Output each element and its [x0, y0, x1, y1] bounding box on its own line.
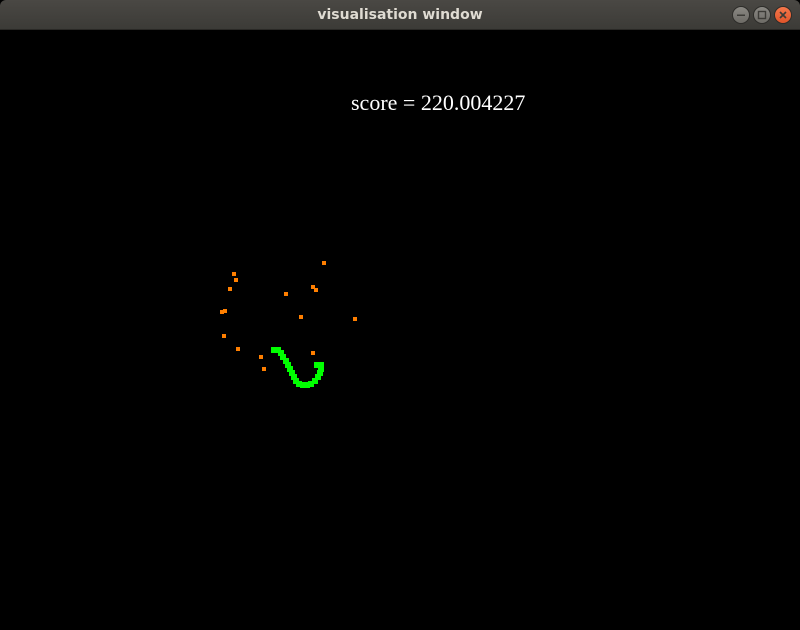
maximize-icon[interactable] [753, 6, 771, 24]
food-pellet [262, 367, 266, 371]
food-pellet [353, 317, 357, 321]
food-pellet [232, 272, 236, 276]
close-icon[interactable] [774, 6, 792, 24]
food-pellet [223, 309, 227, 313]
visualisation-window: visualisation window score = 220.004227 [0, 0, 800, 630]
snake-segment [314, 362, 320, 368]
food-pellet [322, 261, 326, 265]
window-controls [732, 6, 792, 24]
food-pellet [259, 355, 263, 359]
food-pellet [234, 278, 238, 282]
minimize-icon[interactable] [732, 6, 750, 24]
food-pellet [299, 315, 303, 319]
food-pellet [222, 334, 226, 338]
food-pellet [311, 351, 315, 355]
food-pellet [228, 287, 232, 291]
food-pellet [236, 347, 240, 351]
game-canvas[interactable]: score = 220.004227 [0, 30, 800, 630]
window-title: visualisation window [317, 7, 483, 23]
food-pellet [314, 288, 318, 292]
score-label: score = 220.004227 [351, 90, 526, 115]
food-pellet [284, 292, 288, 296]
title-bar[interactable]: visualisation window [0, 0, 800, 30]
